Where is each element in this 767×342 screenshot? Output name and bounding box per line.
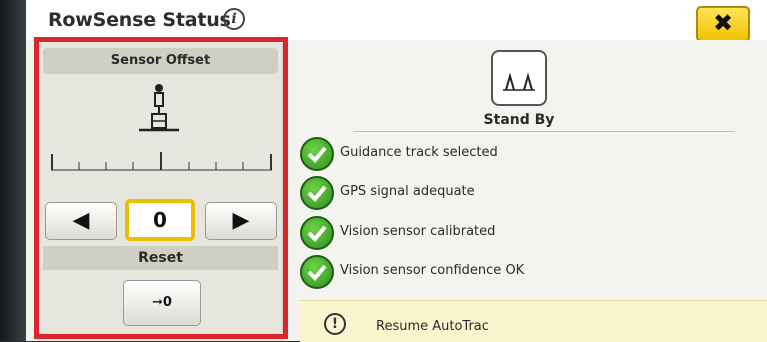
check-label: Vision sensor confidence OK: [340, 263, 525, 278]
sensor-offset-panel: Sensor Offset ◀ 0 ▶ Reset ➞0: [38, 40, 283, 341]
display-bezel: [0, 0, 26, 341]
offset-left-button[interactable]: ◀: [45, 202, 117, 240]
sensor-position-icon: [139, 84, 179, 132]
close-button[interactable]: ✖: [696, 6, 750, 42]
status-check-row: Guidance track selected: [300, 137, 760, 171]
offset-value-field[interactable]: 0: [125, 199, 195, 241]
check-icon: [300, 176, 334, 210]
check-icon: [300, 255, 334, 289]
standby-label: Stand By: [483, 112, 555, 128]
check-icon: [300, 216, 334, 250]
standby-row-icon: [491, 50, 547, 106]
status-check-row: GPS signal adequate: [300, 176, 760, 210]
resume-autotrac-label: Resume AutoTrac: [376, 319, 489, 334]
status-panel: Stand By Guidance track selected GPS sig…: [294, 40, 767, 342]
offset-right-button[interactable]: ▶: [205, 202, 277, 240]
check-label: Guidance track selected: [340, 145, 498, 160]
divider: [354, 131, 734, 132]
check-icon: [300, 137, 334, 171]
info-icon[interactable]: i: [223, 8, 245, 30]
reset-to-zero-button[interactable]: ➞0: [123, 280, 201, 326]
sensor-offset-header: Sensor Offset: [43, 48, 278, 74]
alert-icon: !: [324, 313, 346, 335]
rowsense-status-window: RowSense Status i ✖ Sensor Offset ◀ 0 ▶ …: [26, 0, 767, 342]
title-bar: RowSense Status i ✖: [26, 0, 767, 42]
resume-autotrac-button[interactable]: ! Resume AutoTrac: [300, 300, 767, 342]
status-check-row: Vision sensor calibrated: [300, 216, 760, 250]
status-check-row: Vision sensor confidence OK: [300, 255, 760, 289]
check-label: GPS signal adequate: [340, 184, 475, 199]
offset-scale: [51, 152, 272, 171]
window-title: RowSense Status: [48, 9, 231, 31]
reset-label: Reset: [43, 246, 278, 270]
check-label: Vision sensor calibrated: [340, 224, 496, 239]
